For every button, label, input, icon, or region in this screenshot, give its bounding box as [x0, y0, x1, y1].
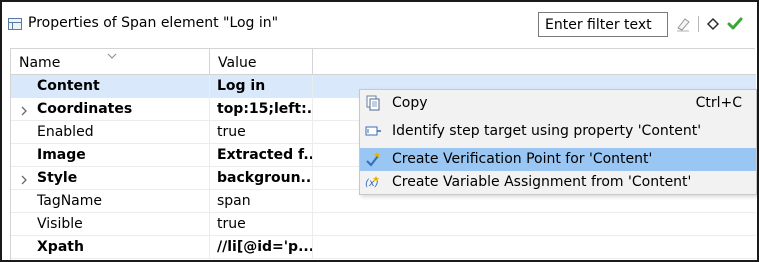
column-header-filler: [313, 49, 756, 75]
property-value: backgroun...: [210, 167, 313, 190]
check-icon[interactable]: [726, 15, 744, 33]
variable-icon: (x): [364, 174, 382, 191]
property-name: Enabled: [11, 121, 210, 144]
property-value: top:15;left:...: [210, 98, 313, 121]
table-row[interactable]: Visible true: [11, 213, 756, 236]
property-name: Style: [11, 167, 210, 190]
menu-item-create-variable-assignment[interactable]: (x) Create Variable Assignment from 'Con…: [360, 171, 756, 194]
copy-icon: [364, 95, 382, 112]
property-value: Log in: [210, 75, 313, 98]
property-value: span: [210, 190, 313, 213]
view-title: Properties of Span element "Log in": [28, 15, 279, 31]
toolbar-separator: [698, 16, 699, 32]
property-value: Extracted f...: [210, 144, 313, 167]
properties-view: Properties of Span element "Log in" Name: [0, 0, 759, 262]
table-icon: [8, 18, 22, 30]
property-name: Xpath: [11, 236, 210, 259]
view-header: Properties of Span element "Log in": [2, 2, 757, 44]
property-value: true: [210, 121, 313, 144]
clear-filter-icon[interactable]: [674, 15, 692, 33]
table-row[interactable]: Xpath //li[@id='p...: [11, 236, 756, 259]
property-value: true: [210, 213, 313, 236]
menu-item-copy[interactable]: Copy Ctrl+C: [360, 92, 756, 115]
property-name: Visible: [11, 213, 210, 236]
column-header-value[interactable]: Value: [210, 49, 313, 75]
verification-point-icon: [364, 151, 382, 168]
column-header-name[interactable]: Name: [11, 49, 210, 75]
menu-item-accelerator: Ctrl+C: [695, 95, 742, 111]
property-name: Image: [11, 144, 210, 167]
menu-item-identify-step-target[interactable]: Identify step target using property 'Con…: [360, 120, 756, 143]
property-name: Coordinates: [11, 98, 210, 121]
menu-item-label: Create Verification Point for 'Content': [392, 151, 653, 167]
menu-item-label: Identify step target using property 'Con…: [392, 123, 702, 139]
diamond-icon[interactable]: [704, 15, 722, 33]
menu-item-label: Create Variable Assignment from 'Content…: [392, 174, 692, 190]
column-value-label: Value: [218, 55, 257, 71]
property-name: TagName: [11, 190, 210, 213]
menu-item-label: Copy: [392, 95, 428, 111]
property-value: //li[@id='p...: [210, 236, 313, 259]
column-name-label: Name: [19, 55, 61, 71]
target-icon: [364, 123, 382, 140]
menu-item-create-verification-point[interactable]: Create Verification Point for 'Content': [360, 148, 756, 171]
context-menu: Copy Ctrl+C Identify step target using p…: [359, 89, 757, 195]
sort-arrow-icon: [107, 47, 117, 63]
property-name: Content: [11, 75, 210, 98]
filter-input[interactable]: [538, 12, 668, 37]
